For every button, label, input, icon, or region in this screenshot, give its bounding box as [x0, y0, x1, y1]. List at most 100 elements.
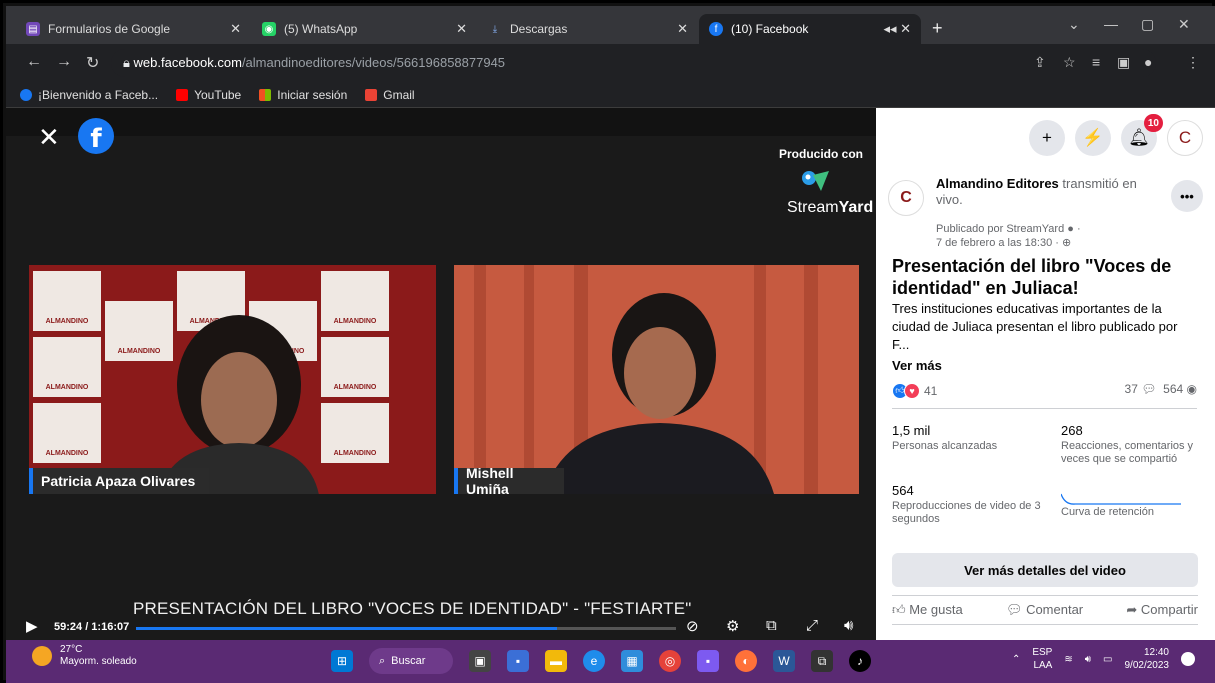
url-host: web.facebook.com — [133, 55, 242, 70]
new-tab-plus-icon[interactable]: + — [932, 18, 943, 39]
like-button[interactable]: 👍︎ Me gusta — [892, 602, 963, 618]
streamyard-part-b: Yard — [838, 199, 874, 216]
task-view-icon[interactable]: ▣ — [469, 650, 491, 672]
screen-frame: ▤ Formularios de Google ✕ ◉ (5) WhatsApp… — [0, 0, 1215, 683]
close-icon[interactable]: ✕ — [230, 21, 241, 37]
facebook-logo-icon[interactable]: f — [78, 118, 114, 154]
tab-whatsapp[interactable]: ◉ (5) WhatsApp ✕ — [252, 14, 477, 44]
published-by[interactable]: Publicado por StreamYard — [936, 223, 1064, 235]
word-icon[interactable]: W — [773, 650, 795, 672]
volume-icon[interactable]: 🔊︎ — [1085, 654, 1091, 665]
post-date[interactable]: 7 de febrero a las 18:30 — [936, 237, 1052, 249]
back-arrow-icon[interactable]: ← — [26, 53, 42, 71]
sidepanel-icon[interactable]: ▣ — [1117, 54, 1130, 71]
teams-chat-icon[interactable]: ▪ — [507, 650, 529, 672]
edge-icon[interactable]: e — [583, 650, 605, 672]
reading-list-icon[interactable]: ≡ — [1092, 54, 1100, 70]
see-more-link[interactable]: Ver más — [892, 358, 942, 373]
search-label: Buscar — [391, 655, 426, 667]
close-icon[interactable]: ✕ — [677, 21, 688, 37]
account-avatar[interactable]: C — [1167, 120, 1203, 156]
plus-icon[interactable]: + — [1029, 120, 1065, 156]
messenger-icon[interactable]: ⚡ — [1075, 120, 1111, 156]
windows-start-icon[interactable]: ⊞ — [331, 650, 353, 672]
bookmark-youtube[interactable]: YouTube — [176, 88, 241, 102]
person-silhouette — [159, 315, 319, 494]
tab-facebook[interactable]: f (10) Facebook ◂◂ ✕ — [699, 14, 921, 44]
tab-label: Descargas — [510, 22, 568, 36]
speaker-name: Mishell Umiña — [466, 465, 514, 494]
time: 12:40 — [1143, 647, 1169, 658]
engagement-counts: 37 💬︎ 564 ◉ — [1125, 382, 1197, 396]
chevron-down-icon[interactable]: ⌄ — [1068, 16, 1080, 33]
facebook-icon — [20, 88, 32, 101]
picture-in-picture-icon[interactable]: ⧉ — [766, 617, 777, 634]
play-icon[interactable]: ▶ — [26, 617, 38, 635]
star-icon[interactable]: ☆ — [1063, 54, 1076, 71]
battery-icon[interactable]: ▭ — [1103, 654, 1112, 665]
close-window-icon[interactable]: ✕ — [1178, 16, 1190, 33]
page-name-link[interactable]: Almandino Editores — [936, 176, 1059, 191]
language-indicator[interactable]: ESP LAA — [1032, 646, 1052, 672]
capcut-icon[interactable]: ⧉ — [811, 650, 833, 672]
taskbar-search[interactable]: ⌕ Buscar — [369, 648, 453, 674]
temperature: 27°C — [60, 644, 83, 655]
thumbs-up-icon: 👍︎ — [892, 602, 910, 617]
forward-arrow-icon[interactable]: → — [56, 53, 72, 71]
close-icon[interactable]: ✕ — [456, 21, 467, 37]
reaction-icons[interactable]: 👍︎ ♥ 41 — [892, 382, 937, 399]
reactions-bar: 👍︎ ♥ 41 37 💬︎ 564 ◉ — [892, 382, 1197, 400]
profile-avatar-icon[interactable]: ● — [1144, 54, 1152, 70]
share-arrow-icon: ➦ — [1126, 602, 1141, 617]
lock-icon: 🔒︎ — [123, 55, 134, 70]
bookmark-label: Iniciar sesión — [277, 87, 348, 102]
weather-widget[interactable]: 27°C Mayorm. soleado — [32, 644, 137, 668]
reload-icon[interactable]: ↻ — [86, 53, 99, 73]
firefox-icon[interactable]: ◐ — [735, 650, 757, 672]
tab-label: Formularios de Google — [48, 22, 171, 36]
close-icon[interactable]: ◂◂ ✕ — [883, 21, 911, 37]
bookmark-gmail[interactable]: Gmail — [365, 88, 415, 102]
file-explorer-icon[interactable]: ▬ — [545, 650, 567, 672]
progress-bar[interactable] — [136, 627, 676, 630]
share-label: Compartir — [1140, 602, 1198, 617]
chevron-up-icon[interactable]: ⌃ — [1012, 654, 1020, 665]
restore-icon[interactable]: ▢ — [1141, 16, 1154, 33]
backdrop-text: ALMANDINO — [45, 450, 89, 457]
share-button[interactable]: ➦ Compartir — [1126, 602, 1198, 618]
chrome-icon[interactable]: ◎ — [659, 650, 681, 672]
fullscreen-icon[interactable]: ⤢ — [806, 617, 818, 634]
stat-label: Reacciones, comentarios y veces que se c… — [1061, 440, 1194, 465]
comments-count[interactable]: 37 — [1125, 382, 1138, 396]
bell-icon[interactable]: 🔔︎ 10 — [1121, 114, 1163, 156]
store-icon[interactable]: ▦ — [621, 650, 643, 672]
kebab-menu-icon[interactable]: ⋮ — [1186, 54, 1200, 71]
youtube-icon — [176, 88, 189, 101]
tab-google-forms[interactable]: ▤ Formularios de Google ✕ — [16, 14, 251, 44]
page-avatar[interactable]: C — [888, 180, 924, 216]
volume-icon[interactable]: 🔊︎ — [844, 617, 853, 634]
more-options-icon[interactable]: ••• — [1171, 180, 1203, 212]
backdrop-text: ALMANDINO — [45, 318, 89, 325]
minimize-icon[interactable]: — — [1104, 16, 1118, 32]
gear-icon[interactable]: ⚙ — [726, 617, 739, 635]
weather-text: Mayorm. soleado — [60, 656, 137, 667]
wifi-icon[interactable]: ≋ — [1064, 654, 1072, 665]
comment-button[interactable]: 💬︎ Comentar — [1006, 602, 1083, 618]
video-details-button[interactable]: Ver más detalles del video — [892, 553, 1198, 587]
clock[interactable]: 12:40 9/02/2023 — [1125, 646, 1170, 672]
search-icon: ⌕ — [379, 654, 386, 667]
bookmark-login[interactable]: Iniciar sesión — [259, 88, 347, 102]
bookmark-facebook[interactable]: ¡Bienvenido a Faceb... — [20, 88, 158, 102]
notification-center-icon[interactable] — [1181, 652, 1195, 666]
close-icon[interactable]: ✕ — [38, 122, 60, 153]
captions-icon[interactable]: ⊘ — [686, 617, 699, 635]
share-icon[interactable]: ⇪ — [1034, 54, 1046, 71]
stat-engagement: 268 Reacciones, comentarios y veces que … — [1061, 424, 1201, 466]
address-bar[interactable]: 🔒︎ web.facebook.com/almandinoeditores/vi… — [111, 49, 1156, 77]
tab-downloads[interactable]: ⤓ Descargas ✕ — [478, 14, 698, 44]
bookmarks-bar: ¡Bienvenido a Faceb... YouTube Iniciar s… — [6, 82, 1215, 108]
streamyard-logo-icon — [802, 171, 829, 191]
tiktok-icon[interactable]: ♪ — [849, 650, 871, 672]
app-icon[interactable]: ▪ — [697, 650, 719, 672]
